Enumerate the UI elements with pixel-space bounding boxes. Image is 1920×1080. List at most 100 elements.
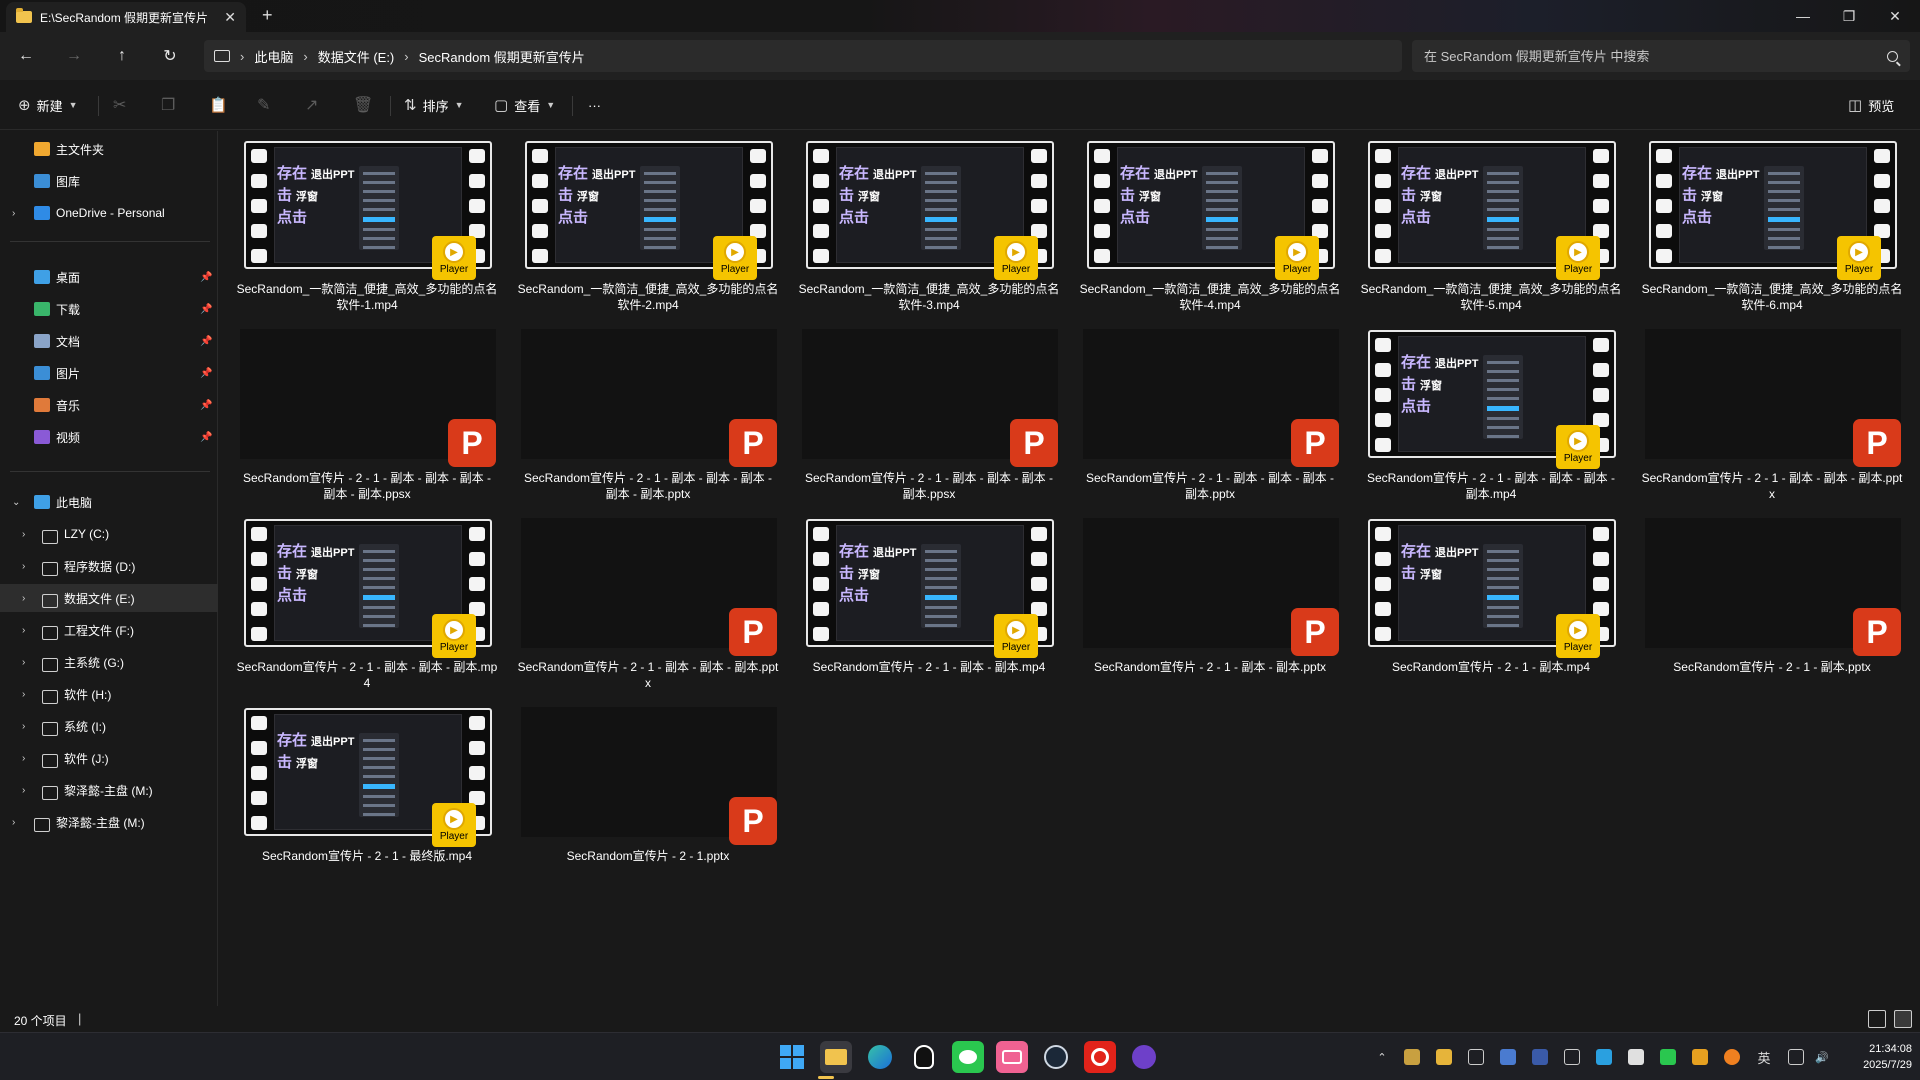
- close-tab-icon[interactable]: ✕: [224, 9, 236, 26]
- file-item[interactable]: P SecRandom宣传片 - 2 - 1 - 副本 - 副本 - 副本 - 副…: [219, 320, 496, 502]
- chevron-right-icon[interactable]: ›: [12, 208, 15, 219]
- volume-icon[interactable]: 🔊: [1814, 1049, 1830, 1065]
- tray-folder-icon[interactable]: [1436, 1049, 1452, 1065]
- file-explorer-icon[interactable]: [820, 1041, 852, 1073]
- wechat-icon[interactable]: [952, 1041, 984, 1073]
- refresh-button[interactable]: ↻: [154, 42, 186, 70]
- delete-button[interactable]: 🗑: [353, 93, 373, 117]
- file-item[interactable]: 存在 退出PPT 击浮窗 点击 ▶ Player SecRandom宣传片 - 2 - 1 …: [1343, 320, 1616, 502]
- qq-icon[interactable]: [908, 1041, 940, 1073]
- netease-music-icon[interactable]: [1084, 1041, 1116, 1073]
- security-tray-icon[interactable]: [1692, 1049, 1708, 1065]
- file-item[interactable]: P SecRandom宣传片 - 2 - 1 - 副本 - 副本 - 副本 - 副…: [500, 320, 777, 502]
- copy-button[interactable]: ❐: [161, 93, 175, 117]
- chevron-right-icon[interactable]: ›: [22, 721, 25, 732]
- file-item[interactable]: P SecRandom宣传片 - 2 - 1 - 副本 - 副本 - 副本.ppt…: [1624, 320, 1902, 502]
- details-view-button[interactable]: [1868, 1010, 1886, 1028]
- clock[interactable]: 21:34:08 2025/7/29: [1850, 1041, 1912, 1073]
- ime-indicator[interactable]: 英: [1756, 1049, 1772, 1066]
- chevron-right-icon[interactable]: ›: [22, 561, 25, 572]
- chevron-right-icon[interactable]: ›: [22, 593, 25, 604]
- chevron-right-icon[interactable]: ›: [22, 657, 25, 668]
- chevron-right-icon[interactable]: ›: [404, 49, 408, 64]
- breadcrumb-folder[interactable]: SecRandom 假期更新宣传片: [419, 47, 585, 66]
- more-options-button[interactable]: ···: [588, 93, 601, 117]
- sidebar-item-network-drive[interactable]: › 黎泽懿-主盘 (M:): [0, 808, 218, 836]
- minimize-button[interactable]: —: [1780, 0, 1826, 32]
- sidebar-drive-3[interactable]: › 工程文件 (F:): [0, 616, 218, 644]
- chevron-right-icon[interactable]: ›: [22, 689, 25, 700]
- bilibili-icon[interactable]: [996, 1041, 1028, 1073]
- steam-icon[interactable]: [1040, 1041, 1072, 1073]
- search-box[interactable]: [1412, 40, 1910, 72]
- file-item[interactable]: 存在 退出PPT 击浮窗 ▶ Player SecRandom宣传片 - 2 - 1 - …: [1343, 509, 1616, 691]
- sort-button[interactable]: ⇅ 排序 ▼: [404, 93, 464, 117]
- file-item[interactable]: P SecRandom宣传片 - 2 - 1 - 副本 - 副本 - 副本 - 副…: [1062, 320, 1339, 502]
- sidebar-drive-1[interactable]: › 程序数据 (D:): [0, 552, 218, 580]
- sidebar-item-documents[interactable]: 文档 📌: [0, 327, 218, 355]
- file-item[interactable]: 存在 退出PPT 击浮窗 点击 ▶ Player SecRandom_一款简洁_便捷_高效_…: [1624, 131, 1902, 313]
- cut-button[interactable]: ✂: [113, 93, 126, 117]
- start-icon[interactable]: [776, 1041, 808, 1073]
- up-button[interactable]: ↑: [106, 42, 138, 70]
- sidebar-drive-8[interactable]: › 黎泽懿-主盘 (M:): [0, 776, 218, 804]
- file-item[interactable]: P SecRandom宣传片 - 2 - 1 - 副本.pptx: [1624, 509, 1901, 691]
- search-icon[interactable]: [1887, 50, 1898, 62]
- sidebar-item-desktop[interactable]: 桌面 📌: [0, 263, 218, 291]
- file-item[interactable]: 存在 退出PPT 击浮窗 点击 ▶ Player SecRandom_一款简洁_便捷_高效_…: [781, 131, 1059, 313]
- sidebar-item-music[interactable]: 音乐 📌: [0, 391, 218, 419]
- preview-pane-button[interactable]: ◫ 预览: [1848, 93, 1894, 117]
- chevron-down-icon[interactable]: ⌄: [12, 497, 20, 508]
- file-item[interactable]: P SecRandom宣传片 - 2 - 1 - 副本 - 副本 - 副本.ppt…: [500, 509, 778, 691]
- tray-app-icon[interactable]: [1564, 1049, 1580, 1065]
- breadcrumb-this-pc[interactable]: 此电脑: [254, 47, 293, 66]
- chevron-right-icon[interactable]: ›: [22, 785, 25, 796]
- wechat-tray-icon[interactable]: [1660, 1049, 1676, 1065]
- sidebar-item-videos[interactable]: 视频 📌: [0, 423, 218, 451]
- restore-button[interactable]: ❐: [1826, 0, 1872, 32]
- search-tray-icon[interactable]: [1724, 1049, 1740, 1065]
- steam-tray-icon[interactable]: [1500, 1049, 1516, 1065]
- paste-button[interactable]: 📋: [209, 93, 228, 117]
- file-item[interactable]: P SecRandom宣传片 - 2 - 1 - 副本 - 副本.pptx: [1062, 509, 1339, 691]
- chevron-up-icon[interactable]: ⌃: [1374, 1049, 1390, 1065]
- file-item[interactable]: 存在 退出PPT 击浮窗 点击 ▶ Player SecRandom_一款简洁_便捷_高效_…: [500, 131, 778, 313]
- forward-button[interactable]: →: [58, 42, 90, 70]
- github-icon[interactable]: [1128, 1041, 1160, 1073]
- sidebar-drive-2[interactable]: › 数据文件 (E:): [0, 584, 218, 612]
- explorer-tab[interactable]: E:\SecRandom 假期更新宣传片 ✕: [6, 2, 246, 32]
- sidebar-item-this-pc[interactable]: ⌄ 此电脑: [0, 488, 218, 516]
- sidebar-item-home[interactable]: 主文件夹: [0, 135, 218, 163]
- tray-app-icon[interactable]: [1468, 1049, 1484, 1065]
- chevron-right-icon[interactable]: ›: [303, 49, 307, 64]
- new-tab-button[interactable]: +: [262, 5, 273, 26]
- sidebar-item-download[interactable]: 下载 📌: [0, 295, 218, 323]
- file-item[interactable]: 存在 退出PPT 击浮窗 点击 ▶ Player SecRandom_一款简洁_便捷_高效_…: [1062, 131, 1340, 313]
- share-button[interactable]: ↗: [305, 93, 318, 117]
- file-item[interactable]: P SecRandom宣传片 - 2 - 1 - 副本 - 副本 - 副本 - 副…: [781, 320, 1058, 502]
- rename-button[interactable]: ✎: [257, 93, 270, 117]
- sidebar-drive-5[interactable]: › 软件 (H:): [0, 680, 218, 708]
- chevron-right-icon[interactable]: ›: [22, 529, 25, 540]
- sidebar-item-gallery[interactable]: 图库: [0, 167, 218, 195]
- sidebar-drive-4[interactable]: › 主系统 (G:): [0, 648, 218, 676]
- file-item[interactable]: P SecRandom宣传片 - 2 - 1.pptx: [500, 698, 777, 880]
- file-item[interactable]: 存在 退出PPT 击浮窗 点击 ▶ Player SecRandom宣传片 - 2 - 1 …: [781, 509, 1054, 691]
- close-window-button[interactable]: ✕: [1872, 0, 1918, 32]
- edge-icon[interactable]: [864, 1041, 896, 1073]
- file-item[interactable]: 存在 退出PPT 击浮窗 点击 ▶ Player SecRandom宣传片 - 2 - 1 …: [219, 509, 497, 691]
- qq-tray-icon[interactable]: [1628, 1049, 1644, 1065]
- network-icon[interactable]: [1788, 1049, 1804, 1065]
- new-button[interactable]: ⊕ 新建 ▼: [18, 93, 78, 117]
- sidebar-drive-7[interactable]: › 软件 (J:): [0, 744, 218, 772]
- sidebar-drive-6[interactable]: › 系统 (I:): [0, 712, 218, 740]
- file-item[interactable]: 存在 退出PPT 击浮窗 点击 ▶ Player SecRandom_一款简洁_便捷_高效_…: [1343, 131, 1621, 313]
- sidebar-drive-0[interactable]: › LZY (C:): [0, 520, 218, 548]
- address-bar[interactable]: › 此电脑 › 数据文件 (E:) › SecRandom 假期更新宣传片: [204, 40, 1402, 72]
- tiles-view-button[interactable]: [1894, 1010, 1912, 1028]
- chevron-right-icon[interactable]: ›: [240, 49, 244, 64]
- file-item[interactable]: 存在 退出PPT 击浮窗 点击 ▶ Player SecRandom_一款简洁_便捷_高效_…: [219, 131, 497, 313]
- search-input[interactable]: [1424, 48, 1864, 64]
- sidebar-item-onedrive[interactable]: › OneDrive - Personal: [0, 199, 218, 227]
- tray-app-icon[interactable]: [1532, 1049, 1548, 1065]
